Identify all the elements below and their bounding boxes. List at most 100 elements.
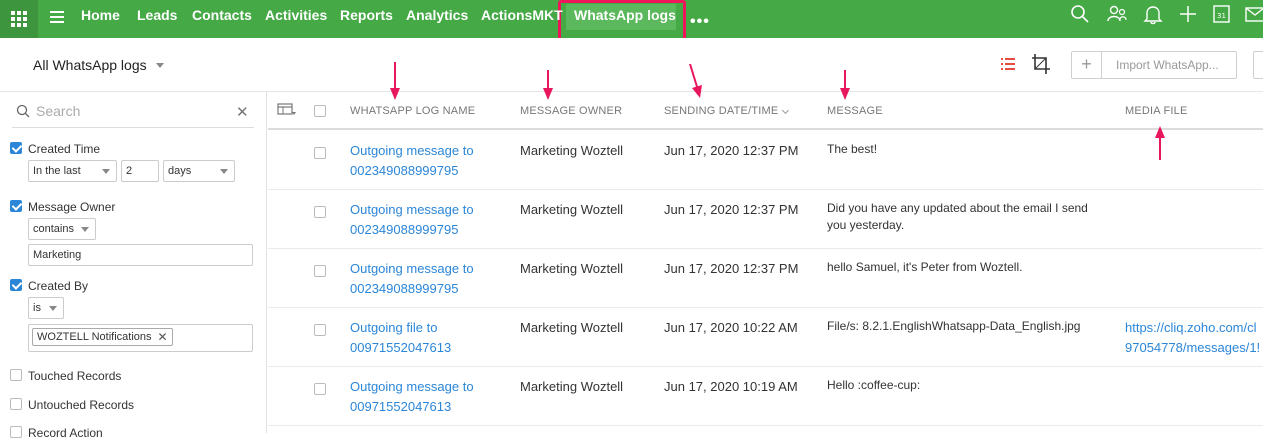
column-settings-icon[interactable] xyxy=(277,103,297,117)
filter-label-untouched-records: Untouched Records xyxy=(28,398,135,412)
media-file-link[interactable]: 97054778/messages/1! xyxy=(1125,338,1263,358)
operator-value: is xyxy=(33,302,41,314)
filter-label-record-action: Record Action xyxy=(28,426,103,440)
chip-label: WOZTELL Notifications xyxy=(37,331,152,343)
plus-icon: + xyxy=(1072,52,1102,78)
mail-icon[interactable] xyxy=(1245,3,1263,25)
log-name-link[interactable]: 002349088999795 xyxy=(350,220,458,240)
log-name-link[interactable]: 002349088999795 xyxy=(350,161,458,181)
annotation-arrow-down-icon xyxy=(840,70,850,100)
filter-checkbox-touched-records[interactable] xyxy=(10,369,22,381)
close-icon[interactable]: ✕ xyxy=(157,329,167,345)
message-owner-operator-select[interactable]: contains xyxy=(28,218,96,240)
nav-activities[interactable]: Activities xyxy=(265,0,327,38)
search-icon xyxy=(16,104,30,118)
sending-date-cell: Jun 17, 2020 12:37 PM xyxy=(664,202,799,217)
row-checkbox[interactable] xyxy=(314,324,326,336)
log-name-link[interactable]: 00971552047613 xyxy=(350,338,451,358)
row-checkbox[interactable] xyxy=(314,383,326,395)
filter-label-message-owner: Message Owner xyxy=(28,200,116,214)
nav-contacts[interactable]: Contacts xyxy=(192,0,252,38)
sending-date-cell: Jun 17, 2020 12:37 PM xyxy=(664,143,799,158)
created-time-unit-select[interactable]: days xyxy=(163,160,235,182)
filter-label-created-by: Created By xyxy=(28,279,89,293)
nav-home[interactable]: Home xyxy=(81,0,120,38)
message-cell: File/s: 8.2.1.EnglishWhatsapp-Data_Engli… xyxy=(827,319,1081,333)
annotation-arrow-up-icon xyxy=(1155,126,1165,160)
user-settings-icon[interactable] xyxy=(1106,3,1128,25)
message-cell: Hello :coffee-cup: xyxy=(827,378,921,392)
created-by-chip[interactable]: WOZTELL Notifications ✕ xyxy=(32,328,173,346)
row-checkbox[interactable] xyxy=(314,147,326,159)
message-owner-cell: Marketing Woztell xyxy=(520,261,624,276)
select-all-checkbox[interactable] xyxy=(314,105,326,117)
search-underline xyxy=(12,127,254,128)
app-grid-button[interactable] xyxy=(0,0,38,38)
annotation-arrow-down-icon xyxy=(543,70,553,100)
column-header-message[interactable]: MESSAGE xyxy=(827,105,883,117)
filter-checkbox-created-time[interactable] xyxy=(10,142,22,154)
filter-label-touched-records: Touched Records xyxy=(28,369,122,383)
crop-icon[interactable] xyxy=(1031,53,1051,75)
search-icon[interactable] xyxy=(1069,3,1091,25)
filter-checkbox-message-owner[interactable] xyxy=(10,200,22,212)
log-name-link[interactable]: Outgoing message to xyxy=(350,141,474,161)
filter-checkbox-created-by[interactable] xyxy=(10,279,22,291)
sending-date-cell: Jun 17, 2020 10:22 AM xyxy=(664,320,798,335)
app-grid-icon xyxy=(11,11,27,27)
log-name-link[interactable]: Outgoing message to xyxy=(350,200,474,220)
unit-value: days xyxy=(168,165,192,177)
message-owner-cell: Marketing Woztell xyxy=(520,202,624,217)
column-header-name[interactable]: WHATSAPP LOG NAME xyxy=(350,105,475,117)
toolbar-overflow-button[interactable] xyxy=(1253,51,1263,79)
nav-leads[interactable]: Leads xyxy=(137,0,177,38)
operator-value: contains xyxy=(33,223,74,235)
filter-label-created-time: Created Time xyxy=(28,142,101,156)
media-file-link[interactable]: https://cliq.zoho.com/cl xyxy=(1125,318,1263,338)
operator-value: In the last xyxy=(33,165,81,177)
created-by-operator-select[interactable]: is xyxy=(28,297,64,319)
row-checkbox[interactable] xyxy=(314,265,326,277)
created-time-value-input[interactable]: 2 xyxy=(121,160,159,182)
view-selector[interactable]: All WhatsApp logs xyxy=(33,57,147,73)
created-time-operator-select[interactable]: In the last xyxy=(28,160,117,182)
message-owner-cell: Marketing Woztell xyxy=(520,379,624,394)
filter-checkbox-record-action[interactable] xyxy=(10,426,22,438)
message-cell: Did you have any updated about the email… xyxy=(827,201,1088,232)
annotation-arrow-down-icon xyxy=(390,62,400,100)
filter-checkbox-untouched-records[interactable] xyxy=(10,398,22,410)
log-name-link[interactable]: Outgoing file to xyxy=(350,318,437,338)
log-name-link[interactable]: 00971552047613 xyxy=(350,397,451,417)
column-header-date[interactable]: SENDING DATE/TIME xyxy=(664,105,778,117)
log-name-link[interactable]: Outgoing message to xyxy=(350,377,474,397)
nav-analytics[interactable]: Analytics xyxy=(406,0,468,38)
calendar-icon[interactable]: 31 xyxy=(1211,3,1233,25)
svg-text:31: 31 xyxy=(1217,12,1226,20)
message-owner-value-input[interactable]: Marketing xyxy=(28,244,253,266)
menu-icon[interactable] xyxy=(50,11,64,25)
chevron-down-icon[interactable] xyxy=(156,63,164,68)
row-checkbox[interactable] xyxy=(314,206,326,218)
filter-search-input[interactable]: Search xyxy=(36,103,80,119)
log-name-link[interactable]: Outgoing message to xyxy=(350,259,474,279)
message-cell: hello Samuel, it's Peter from Woztell. xyxy=(827,260,1023,274)
add-icon[interactable] xyxy=(1177,3,1199,25)
close-icon[interactable]: ✕ xyxy=(236,103,249,121)
log-name-link[interactable]: 002349088999795 xyxy=(350,279,458,299)
nav-whatsapp-logs[interactable]: WhatsApp logs xyxy=(574,0,676,38)
list-view-icon[interactable] xyxy=(1001,58,1015,70)
message-cell: The best! xyxy=(827,142,878,156)
column-header-media[interactable]: MEDIA FILE xyxy=(1125,105,1188,117)
nav-reports[interactable]: Reports xyxy=(340,0,393,38)
import-label: Import WhatsApp... xyxy=(1116,58,1219,72)
more-tabs-button[interactable]: ••• xyxy=(690,13,710,31)
sending-date-cell: Jun 17, 2020 12:37 PM xyxy=(664,261,799,276)
bell-icon[interactable] xyxy=(1142,3,1164,25)
message-owner-cell: Marketing Woztell xyxy=(520,320,624,335)
nav-actionsmkt[interactable]: ActionsMKT xyxy=(481,0,563,38)
annotation-arrow-down-icon xyxy=(689,64,702,98)
sending-date-cell: Jun 17, 2020 10:19 AM xyxy=(664,379,798,394)
message-owner-cell: Marketing Woztell xyxy=(520,143,624,158)
import-whatsapp-button[interactable]: + Import WhatsApp... xyxy=(1071,51,1237,79)
column-header-owner[interactable]: MESSAGE OWNER xyxy=(520,105,622,117)
